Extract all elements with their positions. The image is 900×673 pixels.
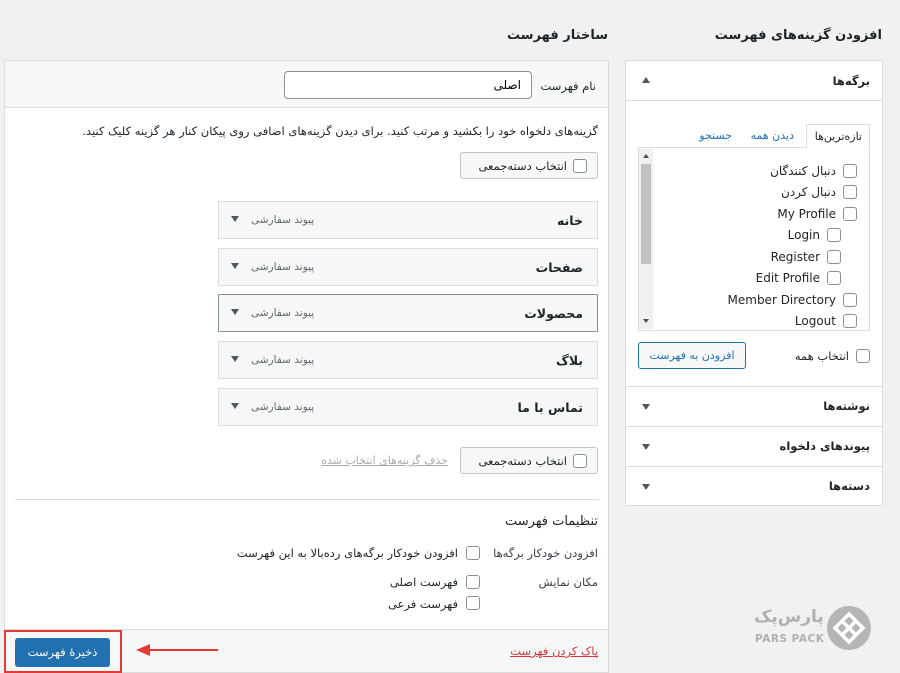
scroll-thumb[interactable]: [641, 164, 651, 264]
menu-name-label: نام فهرست: [540, 79, 596, 93]
tab-recent-label: تازه‌ترین‌ها: [814, 130, 862, 143]
expand-arrow-icon[interactable]: [642, 444, 650, 450]
expand-arrow-icon[interactable]: [231, 309, 239, 315]
secondary-menu-checkbox[interactable]: [466, 596, 480, 610]
main-title: ساختار فهرست: [507, 28, 608, 43]
parspack-logo: پارس‌پک PARS PACK: [752, 603, 874, 653]
page-checkbox-6[interactable]: [827, 271, 841, 285]
menu-name-input[interactable]: [284, 71, 532, 99]
brand-name-en: PARS PACK: [755, 633, 825, 645]
menu-item-type: پیوند سفارشی: [251, 214, 315, 226]
pages-list-scrollbar[interactable]: [639, 149, 653, 329]
auto-add-option-label: افزودن خودکار برگه‌های رده‌بالا به این ف…: [236, 546, 458, 560]
sidebar-title: افزودن گزینه‌های فهرست: [714, 28, 882, 43]
menu-item-type: پیوند سفارشی: [251, 401, 315, 413]
page-item-label: دنبال کنندگان: [770, 164, 836, 178]
delete-menu-link[interactable]: پاک کردن فهرست: [510, 644, 598, 658]
menu-item-title: تماس با ما: [517, 400, 583, 415]
menu-structure-panel: نام فهرست گزینه‌های دلخواه خود را بکشید …: [4, 60, 609, 673]
expand-arrow-icon[interactable]: [642, 404, 650, 410]
posts-accordion-title: نوشته‌ها: [823, 399, 870, 413]
page-item-label: دنبال کردن: [781, 185, 836, 199]
arrow-annotation-icon: [136, 644, 218, 656]
expand-arrow-icon[interactable]: [231, 356, 239, 362]
bulk-select-bottom[interactable]: انتخاب دسته‌جمعی: [460, 447, 598, 474]
secondary-menu-label: فهرست فرعی: [387, 597, 458, 611]
menu-settings-title: تنظیمات فهرست: [504, 514, 598, 529]
menu-item[interactable]: محصولات پیوند سفارشی: [218, 294, 598, 332]
page-checkbox-1[interactable]: [843, 164, 857, 178]
expand-arrow-icon[interactable]: [231, 216, 239, 222]
select-all-pages-label: انتخاب همه: [794, 349, 849, 363]
menu-item[interactable]: صفحات پیوند سفارشی: [218, 248, 598, 286]
page-item-label: Login: [787, 228, 820, 242]
save-menu-button[interactable]: ذخیرهٔ فهرست: [15, 638, 110, 667]
expand-arrow-icon[interactable]: [231, 403, 239, 409]
custom-links-accordion-header[interactable]: پیوندهای دلخواه: [626, 426, 882, 466]
primary-menu-checkbox[interactable]: [466, 575, 480, 589]
tab-search[interactable]: جستجو: [699, 129, 732, 142]
display-location-label: مکان نمایش: [538, 575, 598, 589]
custom-links-accordion-title: پیوندهای دلخواه: [779, 439, 870, 453]
page-checkbox-3[interactable]: [843, 207, 857, 221]
menu-item-title: صفحات: [535, 260, 583, 275]
divider: [15, 499, 599, 500]
menu-item-title: خانه: [557, 213, 583, 228]
primary-menu-label: فهرست اصلی: [389, 575, 458, 589]
page-checkbox-7[interactable]: [843, 293, 857, 307]
bulk-select-bottom-label: انتخاب دسته‌جمعی: [478, 454, 567, 468]
menu-item-type: پیوند سفارشی: [251, 307, 315, 319]
add-to-menu-button[interactable]: افزودن به فهرست: [638, 342, 746, 369]
categories-accordion-header[interactable]: دسته‌ها: [626, 466, 882, 506]
page-checkbox-2[interactable]: [843, 185, 857, 199]
auto-add-label: افزودن خودکار برگه‌ها: [493, 546, 598, 560]
remove-selected-link[interactable]: حذف گزینه‌های انتخاب شده: [321, 454, 448, 467]
page-item-label: My Profile: [777, 207, 836, 221]
page-checkbox-4[interactable]: [827, 228, 841, 242]
menu-item[interactable]: خانه پیوند سفارشی: [218, 201, 598, 239]
posts-accordion-header[interactable]: نوشته‌ها: [626, 386, 882, 426]
select-all-pages-checkbox[interactable]: [856, 349, 870, 363]
page-item-label: Register: [770, 250, 820, 264]
menu-item[interactable]: تماس با ما پیوند سفارشی: [218, 388, 598, 426]
scroll-down-icon[interactable]: [643, 319, 649, 323]
tab-view-all[interactable]: دیدن همه: [751, 129, 794, 142]
pages-accordion-header[interactable]: برگه‌ها: [626, 61, 882, 101]
bulk-select-top[interactable]: انتخاب دسته‌جمعی: [460, 152, 598, 179]
menu-item-title: بلاگ: [556, 353, 583, 368]
auto-add-checkbox[interactable]: [466, 546, 480, 560]
page-checkbox-8[interactable]: [843, 314, 857, 328]
brand-name-fa: پارس‌پک: [754, 607, 824, 627]
menu-item[interactable]: بلاگ پیوند سفارشی: [218, 341, 598, 379]
sidebar-panel: برگه‌ها تازه‌ترین‌ها دیدن همه جستجو دنبا…: [625, 60, 883, 506]
pages-accordion-title: برگه‌ها: [832, 74, 870, 88]
bulk-select-top-label: انتخاب دسته‌جمعی: [478, 159, 567, 173]
page-item-label: Edit Profile: [755, 271, 820, 285]
menu-item-type: پیوند سفارشی: [251, 354, 315, 366]
collapse-arrow-icon[interactable]: [642, 77, 650, 83]
bulk-select-top-checkbox[interactable]: [573, 159, 587, 173]
instructions-text: گزینه‌های دلخواه خود را بکشید و مرتب کنی…: [82, 124, 598, 138]
expand-arrow-icon[interactable]: [231, 263, 239, 269]
parspack-logo-mark-icon: [827, 606, 871, 650]
page-item-label: Member Directory: [727, 293, 836, 307]
page-checkbox-5[interactable]: [827, 250, 841, 264]
pages-list[interactable]: دنبال کنندگان دنبال کردن My Profile Logi…: [638, 149, 870, 331]
tab-recent[interactable]: تازه‌ترین‌ها: [806, 124, 870, 149]
bulk-select-bottom-checkbox[interactable]: [573, 454, 587, 468]
menu-header: نام فهرست: [5, 61, 608, 108]
pages-tabs: تازه‌ترین‌ها دیدن همه جستجو: [638, 124, 870, 149]
menu-item-type: پیوند سفارشی: [251, 261, 315, 273]
expand-arrow-icon[interactable]: [642, 484, 650, 490]
scroll-up-icon[interactable]: [643, 154, 649, 158]
menu-item-title: محصولات: [524, 306, 583, 321]
page-item-label: Logout: [794, 314, 836, 328]
categories-accordion-title: دسته‌ها: [828, 479, 870, 493]
